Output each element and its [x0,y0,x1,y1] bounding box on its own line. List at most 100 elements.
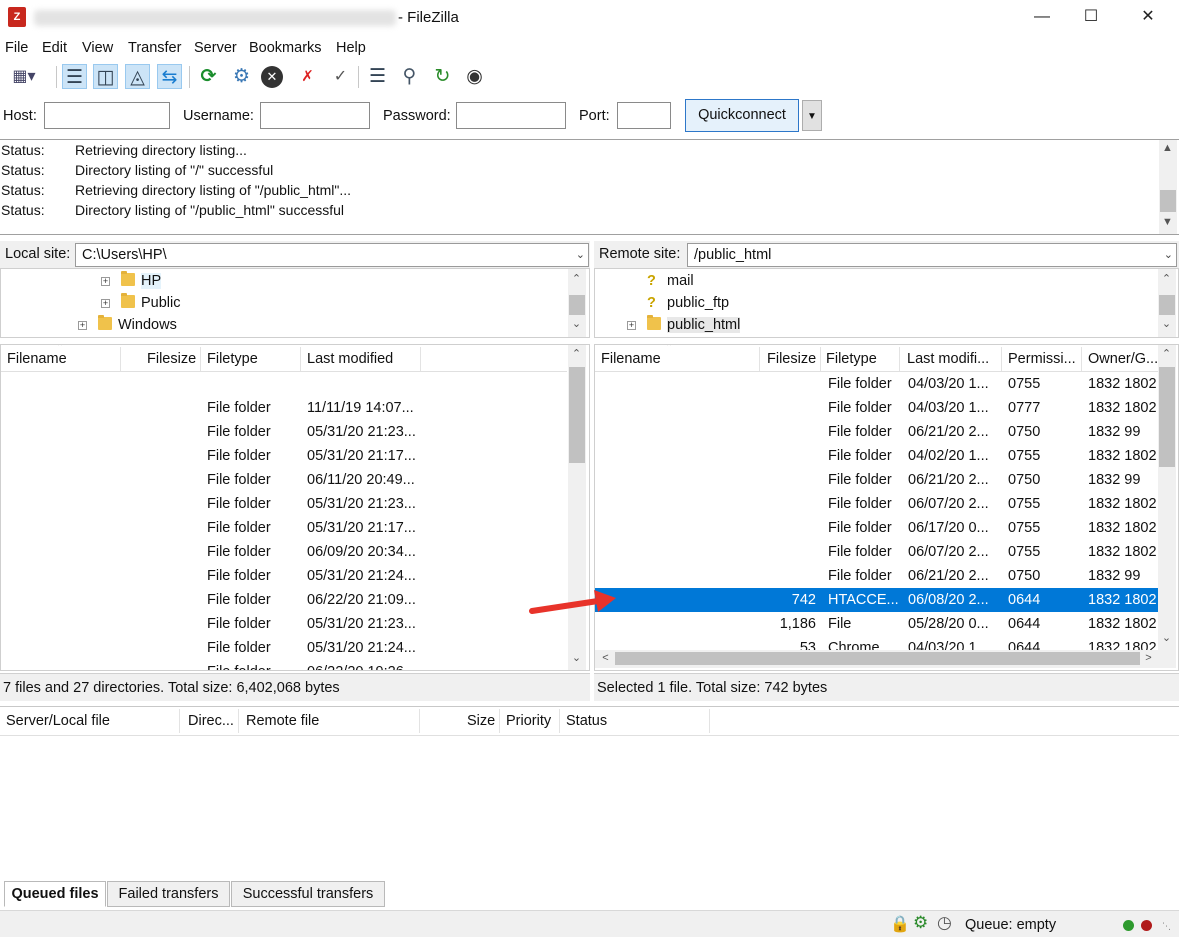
tab-successful-transfers[interactable]: Successful transfers [231,881,385,907]
file-permissions: 0755 [1008,496,1041,512]
file-size: 742 [791,592,816,608]
table-row[interactable]: ContactsFile folder05/31/20 21:23... [1,492,567,516]
disconnect-icon[interactable]: ✗ [295,64,320,89]
file-modified: 04/03/20 1... [908,400,989,416]
table-row[interactable]: wp-includesFile folder06/07/20 2...07551… [595,540,1158,564]
local-path-combobox[interactable]: C:\Users\HP\ ⌄ [75,243,589,267]
column-permissions[interactable]: Permissi... [1008,351,1076,367]
username-input[interactable] [260,102,370,129]
cancel-operation-icon[interactable]: ✕ [261,66,283,88]
menu-server[interactable]: Server [194,40,237,56]
table-row[interactable]: File folder 06/21/20 2... 0750 1832 99 [595,468,1158,492]
tree-item-public-ftp[interactable]: ? public_ftp [647,292,729,314]
expand-icon[interactable]: + [101,277,110,286]
table-row[interactable]: wp-contentFile folder06/17/20 0...075518… [595,516,1158,540]
table-row[interactable]: .. [1,372,567,396]
tab-queued-files[interactable]: Queued files [4,881,106,907]
file-modified: 06/07/20 2... [908,496,989,512]
table-row[interactable]: .quarantineFile folder04/03/20 1...07551… [595,372,1158,396]
column-direction[interactable]: Direc... [188,713,234,729]
column-remote-file[interactable]: Remote file [246,713,319,729]
remote-path-combobox[interactable]: /public_html ⌄ [687,243,1177,267]
table-row[interactable]: 3D ObjectsFile folder05/31/20 21:23... [1,420,567,444]
quickconnect-history-dropdown[interactable]: ▼ [802,100,822,131]
process-queue-icon[interactable]: ⚙ [229,64,254,89]
quickconnect-button[interactable]: Quickconnect [685,99,799,132]
menu-view[interactable]: View [82,40,113,56]
tab-failed-transfers[interactable]: Failed transfers [107,881,230,907]
chevron-down-icon[interactable]: ⌄ [576,244,585,266]
table-row[interactable]: .tmbFile folder04/03/20 1...07771832 180… [595,396,1158,420]
resize-grip-icon[interactable]: ⋱ [1162,921,1171,932]
table-row-selected[interactable]: .htaccess742HTACCE...06/08/20 2...064418… [595,588,1158,612]
column-last-modified[interactable]: Last modifi... [907,351,989,367]
column-server-local-file[interactable]: Server/Local file [6,713,110,729]
file-modified: 06/17/20 0... [908,520,989,536]
port-input[interactable] [617,102,671,129]
column-last-modified[interactable]: Last modified [307,351,393,367]
local-list-scrollbar[interactable]: ⌃ ⌄ [568,345,586,670]
column-size[interactable]: Size [467,713,495,729]
table-row[interactable]: cgi-binFile folder04/02/20 1...07551832 … [595,444,1158,468]
menu-file[interactable]: File [5,40,28,56]
table-row[interactable]: FavoritesFile folder05/31/20 21:23... [1,612,567,636]
table-row[interactable]: File folder 06/21/20 2... 0750 1832 99 [595,564,1158,588]
toggle-message-log-icon[interactable]: ☰ [62,64,87,89]
maximize-button[interactable]: ☐ [1068,0,1114,34]
column-filesize[interactable]: Filesize [147,351,196,367]
table-row[interactable]: File folder 06/21/20 2... 0750 1832 99 [595,420,1158,444]
log-scrollbar[interactable]: ▲ ▼ [1159,140,1177,234]
table-row[interactable]: LinksFile folder05/31/20 21:24... [1,636,567,660]
remote-tree-scrollbar[interactable]: ⌃ ⌄ [1158,269,1176,337]
column-priority[interactable]: Priority [506,713,551,729]
sync-browsing-icon[interactable]: ↻ [430,64,455,89]
toggle-transfer-queue-icon[interactable]: ⇆ [157,64,182,89]
expand-icon[interactable]: + [627,321,636,330]
column-filename[interactable]: Filename [7,351,67,367]
column-status[interactable]: Status [566,713,607,729]
column-filename[interactable]: Filename [601,351,661,367]
file-modified: 06/22/20 21:09... [307,592,416,608]
toggle-local-tree-icon[interactable]: ◫ [93,64,118,89]
table-row[interactable]: error_log1,186File05/28/20 0...06441832 … [595,612,1158,636]
close-button[interactable]: ✕ [1125,0,1171,34]
remote-horizontal-scrollbar[interactable]: < > [595,650,1176,668]
menu-bookmarks[interactable]: Bookmarks [249,40,322,56]
table-row[interactable]: ↓DownloadsFile folder06/22/20 21:09... [1,588,567,612]
toggle-remote-tree-icon[interactable]: ◬ [125,64,150,89]
expand-icon[interactable]: + [101,299,110,308]
expand-icon[interactable]: + [78,321,87,330]
host-input[interactable] [44,102,170,129]
password-input[interactable] [456,102,566,129]
refresh-icon[interactable]: ⟳ [196,64,221,89]
search-remote-files-icon[interactable]: ◉ [462,64,487,89]
file-type: File folder [828,520,892,536]
column-filetype[interactable]: Filetype [826,351,877,367]
table-row[interactable]: CookiesFile folder05/31/20 21:17... [1,516,567,540]
table-row[interactable]: wp-adminFile folder06/07/20 2...07551832… [595,492,1158,516]
tree-item-mail[interactable]: ? mail [647,270,694,292]
directory-comparison-icon[interactable]: ⚲ [397,64,422,89]
column-filesize[interactable]: Filesize [767,351,816,367]
file-type: File folder [828,544,892,560]
file-permissions: 0777 [1008,400,1041,416]
menu-transfer[interactable]: Transfer [128,40,181,56]
column-owner-group[interactable]: Owner/G... [1088,351,1158,367]
table-row[interactable]: DesktopFile folder06/09/20 20:34... [1,540,567,564]
menu-edit[interactable]: Edit [42,40,67,56]
chevron-down-icon[interactable]: ⌄ [1164,244,1173,266]
reconnect-icon[interactable]: ✓ [328,64,353,89]
remote-list-scrollbar[interactable]: ⌃ ⌄ [1158,345,1176,650]
directory-listing-filters-icon[interactable]: ☰ [365,64,390,89]
table-row[interactable]: Application ...File folder06/11/20 20:49… [1,468,567,492]
column-filetype[interactable]: Filetype [207,351,258,367]
table-row[interactable]: DocumentsFile folder05/31/20 21:24... [1,564,567,588]
menu-help[interactable]: Help [336,40,366,56]
speed-limit-gear-icon[interactable]: ⚙ [913,913,928,933]
table-row[interactable]: Local SettingsFile folder06/22/20 19:26.… [1,660,567,670]
minimize-button[interactable]: — [1019,0,1065,34]
local-tree-scrollbar[interactable]: ⌃ ⌄ [568,269,586,337]
table-row[interactable]: AppDataFile folder05/31/20 21:17... [1,444,567,468]
site-manager-icon[interactable]: ▦▾ [4,64,44,89]
table-row[interactable]: .atomFile folder11/11/19 14:07... [1,396,567,420]
